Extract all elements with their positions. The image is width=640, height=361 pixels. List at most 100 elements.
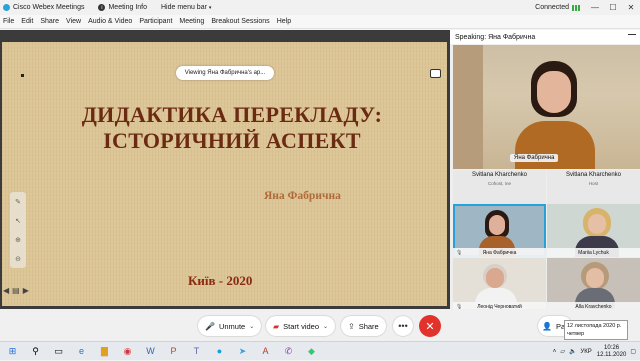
share-icon: ⇪: [348, 321, 355, 331]
volume-icon[interactable]: 🔈: [569, 348, 576, 355]
participant-video-label: Mariia Lychuk: [547, 248, 640, 257]
notifications-icon[interactable]: ▢: [630, 348, 636, 355]
presentation-slide: ДИДАКТИКА ПЕРЕКЛАДУ: ІСТОРИЧНИЙ АСПЕКТ Я…: [2, 42, 447, 306]
connection-status-label: Connected: [535, 4, 569, 11]
menu-help[interactable]: Help: [277, 18, 291, 25]
participant-video-label: 🎙 Яна Фабрична: [453, 248, 546, 257]
face-shape: [486, 268, 504, 288]
clock-date: 12.11.2020: [596, 351, 627, 358]
app-title: Cisco Webex Meetings: [0, 4, 84, 11]
participants-icon: 👤: [542, 321, 552, 331]
viewing-label: Viewing Яна Фабрична's ap...: [184, 70, 266, 76]
participant-video-tile[interactable]: Alla Kravchenko: [547, 258, 640, 311]
maximize-button[interactable]: ☐: [604, 3, 622, 12]
close-window-button[interactable]: ✕: [622, 3, 640, 12]
minimize-button[interactable]: —: [586, 3, 604, 12]
menu-breakout-sessions[interactable]: Breakout Sessions: [211, 18, 269, 25]
meeting-info-button[interactable]: i Meeting Info: [98, 4, 147, 11]
speaking-label: Speaking: Яна Фабрична: [455, 33, 536, 41]
slide-title-line1: ДИДАКТИКА ПЕРЕКЛАДУ:: [81, 102, 383, 127]
menu-audio-video[interactable]: Audio & Video: [88, 18, 132, 25]
date-tooltip: 12 листопада 2020 р. четвер: [564, 320, 628, 340]
telegram-icon[interactable]: ➤: [234, 343, 251, 360]
participant-role: Cohost, me: [487, 181, 511, 186]
menu-view[interactable]: View: [66, 18, 81, 25]
menu-file[interactable]: File: [3, 18, 14, 25]
menu-participant[interactable]: Participant: [139, 18, 172, 25]
active-speaker-name: Яна Фабрична: [510, 154, 559, 162]
search-icon[interactable]: ⚲: [27, 343, 44, 360]
info-icon: i: [98, 4, 106, 11]
slide-city-year: Київ - 2020: [188, 273, 253, 288]
clock-time: 10:26: [604, 344, 620, 351]
previous-slide-icon[interactable]: ◀: [3, 286, 9, 295]
menu-meeting[interactable]: Meeting: [179, 18, 204, 25]
face-shape: [588, 214, 606, 234]
viber-icon[interactable]: ✆: [280, 343, 297, 360]
hide-menu-bar-button[interactable]: Hide menu bar: [161, 4, 207, 11]
end-meeting-button[interactable]: ✕: [419, 315, 441, 337]
participant-name: Яна Фабрична: [482, 249, 517, 256]
chrome-icon[interactable]: ◉: [119, 343, 136, 360]
system-tray: ˄ ▱ 🔈 УКР 10:26 12.11.2020 ▢: [553, 342, 636, 361]
participant-video-tile[interactable]: 🎙 Леонід Черноватий: [453, 258, 546, 311]
app-name: Cisco Webex Meetings: [13, 4, 85, 11]
tray-chevron-icon[interactable]: ˄: [553, 349, 557, 355]
network-icon[interactable]: ▱: [560, 348, 565, 355]
participant-video-tile[interactable]: 🎙 Яна Фабрична: [453, 204, 546, 257]
os-taskbar: ⊞ ⚲ ▭ e ▇ ◉ W P T ● ➤ A ✆ ◆ ˄ ▱ 🔈 УКР 10…: [0, 341, 640, 360]
clock[interactable]: 10:26 12.11.2020: [597, 345, 627, 359]
webex-taskbar-icon[interactable]: ●: [211, 343, 228, 360]
unmute-button[interactable]: 🎤 Unmute ⌄: [198, 316, 262, 336]
shared-content-area: ДИДАКТИКА ПЕРЕКЛАДУ: ІСТОРИЧНИЙ АСПЕКТ Я…: [0, 30, 450, 309]
viewing-indicator[interactable]: Viewing Яна Фабрична's ap...: [176, 66, 274, 80]
popout-icon[interactable]: [430, 69, 441, 78]
pointer-icon[interactable]: ↖: [15, 217, 21, 225]
video-panel: Speaking: Яна Фабрична Яна Фабрична Svit…: [450, 30, 640, 311]
participant-name: Svitlana Kharchenko: [471, 172, 528, 178]
pdf-reader-icon[interactable]: A: [257, 343, 274, 360]
language-indicator[interactable]: УКР: [580, 349, 591, 355]
mic-muted-icon: 🎤: [205, 321, 215, 331]
start-video-label: Start video: [283, 321, 320, 331]
active-speaker-video[interactable]: Яна Фабрична: [453, 45, 640, 169]
unmute-label: Unmute: [218, 321, 246, 331]
edge-browser-icon[interactable]: e: [73, 343, 90, 360]
slide-menu-icon[interactable]: ▤: [12, 286, 20, 295]
tooltip-date: 12 листопада 2020 р.: [567, 323, 622, 329]
chevron-down-icon[interactable]: ⌄: [249, 323, 254, 330]
participant-role: Host: [588, 181, 599, 186]
task-view-icon[interactable]: ▭: [50, 343, 67, 360]
pen-icon[interactable]: ✎: [15, 198, 21, 206]
zoom-out-icon[interactable]: ⊖: [15, 255, 21, 263]
word-icon[interactable]: W: [142, 343, 159, 360]
share-button[interactable]: ⇪ Share: [341, 316, 386, 336]
share-label: Share: [358, 321, 379, 331]
powerpoint-icon[interactable]: P: [165, 343, 182, 360]
slide-tools-panel: ✎ ↖ ⊕ ⊖: [10, 192, 26, 268]
signal-bars-icon: [572, 4, 580, 11]
zoom-in-icon[interactable]: ⊕: [15, 236, 21, 244]
tooltip-day: четвер: [567, 331, 585, 337]
speaker-figure: [513, 57, 595, 169]
next-slide-icon[interactable]: ▶: [23, 286, 29, 295]
windows-start-icon[interactable]: ⊞: [4, 343, 21, 360]
more-options-button[interactable]: •••: [393, 316, 413, 336]
meeting-info-label: Meeting Info: [108, 4, 147, 11]
chevron-down-icon[interactable]: ⌄: [323, 323, 328, 330]
face-shape: [537, 71, 571, 113]
background-wall: [453, 45, 483, 169]
participant-name: Svitlana Kharchenko: [565, 172, 622, 178]
slide-title-line2: ІСТОРИЧНИЙ АСПЕКТ: [103, 128, 361, 153]
video-off-icon: ▰: [273, 321, 280, 331]
menu-edit[interactable]: Edit: [21, 18, 33, 25]
start-video-button[interactable]: ▰ Start video ⌄: [266, 316, 336, 336]
participant-video-tile[interactable]: Mariia Lychuk: [547, 204, 640, 257]
window-titlebar: Cisco Webex Meetings i Meeting Info Hide…: [0, 0, 640, 15]
app-icon[interactable]: ◆: [303, 343, 320, 360]
teams-icon[interactable]: T: [188, 343, 205, 360]
menu-share[interactable]: Share: [40, 18, 59, 25]
file-explorer-icon[interactable]: ▇: [96, 343, 113, 360]
minimize-panel-icon[interactable]: [628, 34, 636, 35]
chevron-down-icon[interactable]: ▾: [209, 5, 212, 11]
